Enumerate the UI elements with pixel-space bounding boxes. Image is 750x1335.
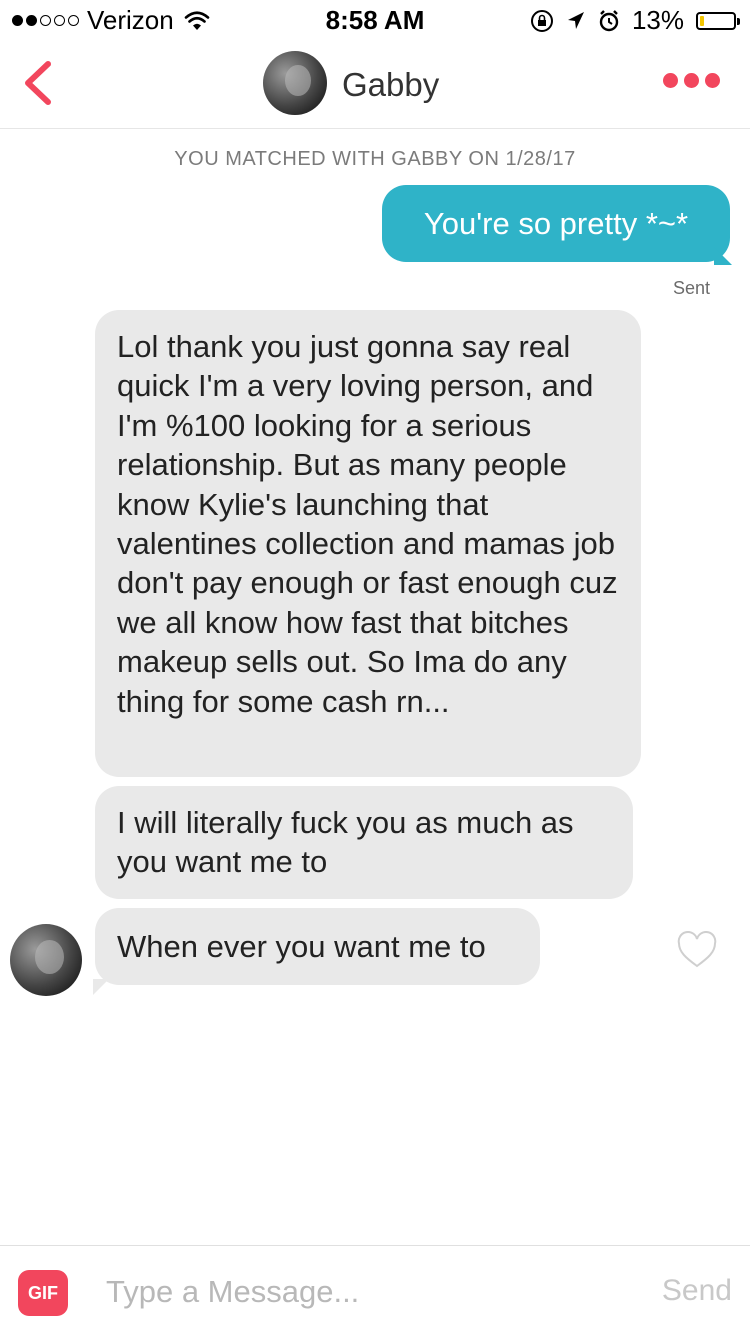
more-dots-icon[interactable] bbox=[663, 73, 720, 88]
contact-name[interactable]: Gabby bbox=[342, 66, 439, 104]
back-chevron-icon[interactable] bbox=[18, 58, 58, 108]
heart-outline-icon[interactable] bbox=[676, 931, 718, 969]
sent-message-bubble[interactable]: You're so pretty *~* bbox=[382, 185, 730, 262]
alarm-icon bbox=[599, 9, 619, 31]
chat-header: Gabby bbox=[0, 40, 750, 129]
match-notice: YOU MATCHED WITH GABBY ON 1/28/17 bbox=[174, 148, 576, 170]
orientation-lock-icon bbox=[530, 9, 553, 32]
sender-avatar[interactable] bbox=[10, 924, 82, 996]
battery-percent: 13% bbox=[631, 5, 684, 35]
status-bar: Verizon 8:58 AM 13% bbox=[0, 0, 750, 40]
battery-icon bbox=[696, 11, 740, 30]
message-composer: GIF Send bbox=[0, 1245, 750, 1335]
received-message-bubble[interactable]: Lol thank you just gonna say real quick … bbox=[95, 310, 641, 777]
received-message-bubble[interactable]: When ever you want me to bbox=[95, 908, 540, 985]
gif-button[interactable]: GIF bbox=[18, 1270, 68, 1316]
status-right: 13% bbox=[530, 5, 740, 36]
send-button[interactable]: Send bbox=[662, 1274, 732, 1308]
contact-avatar[interactable] bbox=[263, 51, 327, 115]
received-message-bubble[interactable]: I will literally fuck you as much as you… bbox=[95, 786, 633, 899]
message-status: Sent bbox=[672, 278, 710, 298]
message-input[interactable] bbox=[106, 1264, 606, 1320]
location-arrow-icon bbox=[567, 11, 584, 29]
